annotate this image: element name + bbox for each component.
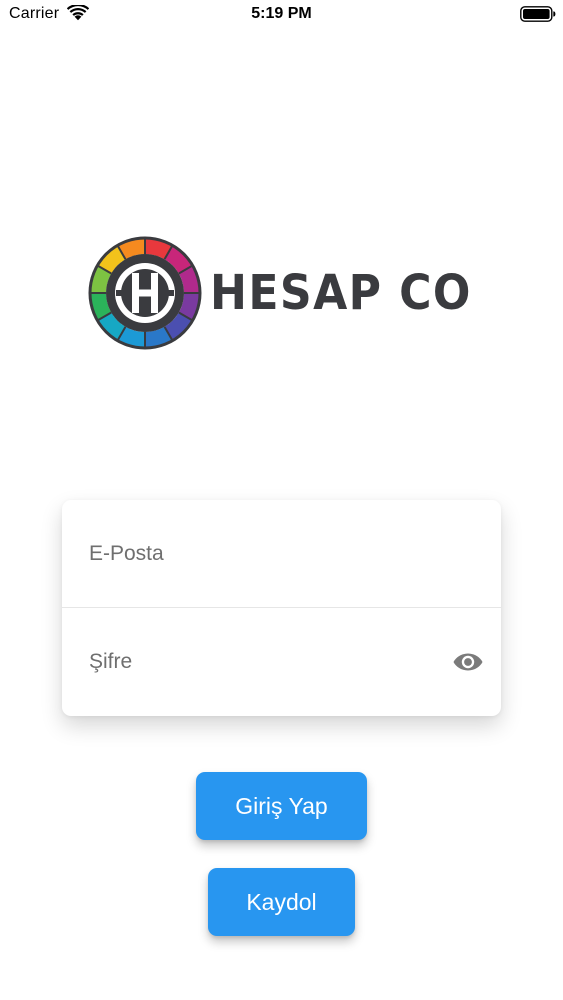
app-logo: HESAP CO xyxy=(88,236,478,350)
email-field[interactable] xyxy=(89,500,449,608)
password-field[interactable] xyxy=(89,608,449,716)
register-button[interactable]: Kaydol xyxy=(208,868,355,936)
email-field-container xyxy=(62,500,501,608)
eye-icon[interactable] xyxy=(453,649,483,675)
password-field-container xyxy=(62,608,501,716)
login-card xyxy=(62,500,501,716)
status-bar: Carrier 5:19 PM xyxy=(0,0,563,30)
login-button[interactable]: Giriş Yap xyxy=(196,772,367,840)
logo-text: HESAP CO xyxy=(210,265,472,321)
hesap-co-logo-mark xyxy=(88,236,202,350)
battery-full-icon xyxy=(520,6,556,22)
status-time: 5:19 PM xyxy=(251,5,312,22)
